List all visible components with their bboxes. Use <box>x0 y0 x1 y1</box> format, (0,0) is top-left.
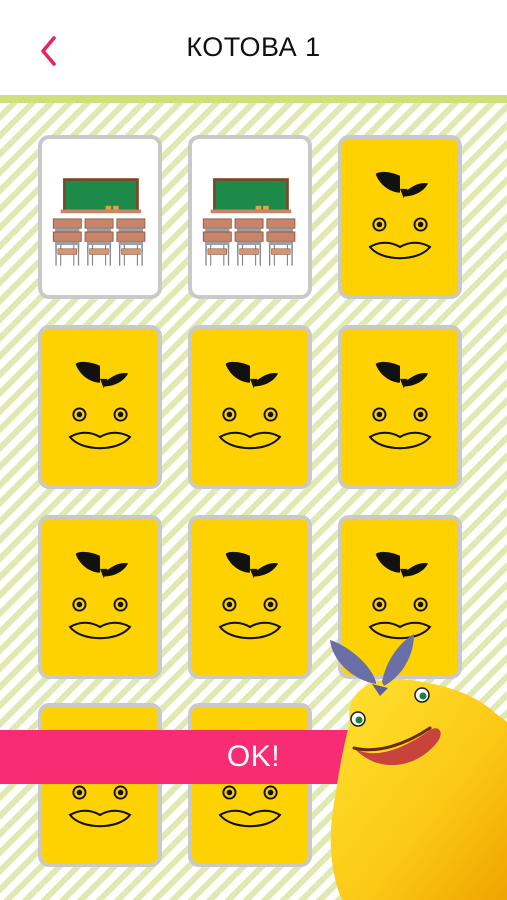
memory-card-face-up[interactable] <box>38 135 162 299</box>
memory-card-face-down[interactable] <box>188 325 312 489</box>
memory-card-face-down[interactable] <box>188 515 312 679</box>
memory-card-face-up[interactable] <box>188 135 312 299</box>
mascot-face-icon <box>218 361 282 450</box>
classroom-icon <box>52 178 146 266</box>
mascot-icon <box>330 634 507 900</box>
mascot-face-icon <box>68 551 132 640</box>
memory-card-face-down[interactable] <box>338 325 462 489</box>
mascot-face-icon <box>218 551 282 640</box>
memory-card-face-down[interactable] <box>338 135 462 299</box>
mascot-face-icon <box>368 361 432 450</box>
page-title: КОТОВА 1 <box>186 32 321 62</box>
mascot-face-icon <box>68 361 132 450</box>
header-divider <box>0 95 507 103</box>
memory-card-face-down[interactable] <box>38 515 162 679</box>
memory-card-face-down[interactable] <box>38 325 162 489</box>
header: КОТОВА 1 <box>0 0 507 95</box>
memory-card-face-down[interactable] <box>38 703 162 867</box>
mascot-face-icon <box>368 171 432 260</box>
classroom-icon <box>202 178 296 266</box>
memory-card-face-down[interactable] <box>188 703 312 867</box>
